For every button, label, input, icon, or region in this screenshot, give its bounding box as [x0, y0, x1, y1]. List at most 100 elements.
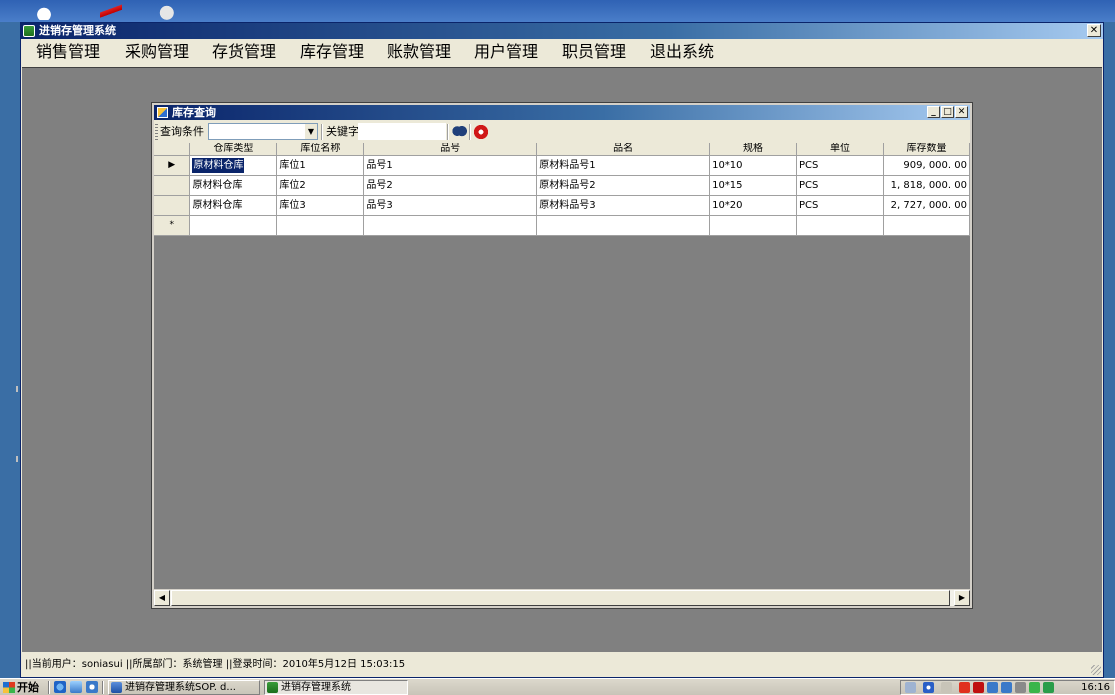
column-header[interactable]: 单位 [796, 143, 884, 156]
show-desktop-icon[interactable] [70, 681, 82, 693]
antivirus-icon[interactable] [959, 682, 970, 693]
desktop-pen-icon[interactable] [100, 2, 122, 20]
scroll-right-icon[interactable]: ▶ [954, 590, 970, 606]
grid-cell[interactable] [536, 215, 711, 236]
table-row[interactable]: 原材料仓库 库位3 品号3 原材料品号3 10*20 PCS 2, 727, 0… [154, 195, 971, 216]
new-row[interactable]: * [154, 215, 971, 236]
grid-header-row: 仓库类型 库位名称 品号 品名 规格 单位 库存数量 [154, 143, 971, 156]
clock[interactable]: 16:16 [1081, 681, 1110, 694]
volume-icon[interactable] [1001, 682, 1012, 693]
grid-cell[interactable]: PCS [796, 155, 884, 176]
app-house-icon [267, 682, 278, 693]
inventory-grid: 仓库类型 库位名称 品号 品名 规格 单位 库存数量 ▶ 原材料仓库 库位1 品… [154, 143, 971, 589]
menu-staff[interactable]: 职员管理 [562, 42, 626, 62]
app-titlebar[interactable]: 进销存管理系统 ✕ [21, 23, 1103, 39]
menu-accounts[interactable]: 账款管理 [387, 42, 451, 62]
grid-cell[interactable]: PCS [796, 195, 884, 216]
grid-cell[interactable]: PCS [796, 175, 884, 196]
quicklaunch-separator [102, 681, 104, 694]
table-row[interactable]: ▶ 原材料仓库 库位1 品号1 原材料品号1 10*10 PCS 909, 00… [154, 155, 971, 176]
grid-cell[interactable]: 品号3 [363, 195, 538, 216]
grid-cell-selected-text: 原材料仓库 [191, 157, 246, 174]
toolbar-separator [469, 124, 471, 140]
tray-sync-icon[interactable] [1043, 682, 1054, 693]
desktop-house-icon[interactable] [33, 2, 55, 20]
grid-cell[interactable]: 10*20 [709, 195, 798, 216]
table-row[interactable]: 原材料仓库 库位2 品号2 原材料品号2 10*15 PCS 1, 818, 0… [154, 175, 971, 196]
column-header[interactable]: 库位名称 [276, 143, 365, 156]
desktop-folder-icon[interactable] [158, 2, 180, 20]
menu-users[interactable]: 用户管理 [474, 42, 538, 62]
menu-inventory[interactable]: 库存管理 [300, 42, 364, 62]
grid-cell[interactable]: 品号1 [363, 155, 538, 176]
ie-browser-icon[interactable] [54, 681, 66, 693]
column-header[interactable]: 仓库类型 [189, 143, 278, 156]
row-header[interactable] [154, 175, 191, 196]
grid-cell[interactable]: 品号2 [363, 175, 538, 196]
menu-sales[interactable]: 销售管理 [36, 42, 100, 62]
grid-cell[interactable] [796, 215, 884, 236]
child-titlebar[interactable]: 库存查询 _ □ ✕ [154, 105, 970, 120]
edge-marker [16, 386, 18, 392]
media-player-icon[interactable] [86, 681, 98, 693]
column-header[interactable]: 库存数量 [883, 143, 971, 156]
maximize-button[interactable]: □ [941, 106, 954, 118]
dropdown-arrow-icon[interactable]: ▼ [305, 124, 317, 139]
query-toolbar: 查询条件 ▼ 关键字 [154, 121, 970, 143]
security-icon[interactable] [973, 682, 984, 693]
stop-icon[interactable] [472, 123, 490, 141]
scrollbar-thumb[interactable] [171, 590, 950, 606]
grid-cell[interactable]: 909, 000. 00 [883, 155, 971, 176]
resize-grip-icon[interactable] [1091, 665, 1101, 675]
close-button[interactable]: ✕ [955, 106, 968, 118]
toolbar-grip-icon[interactable] [155, 124, 158, 140]
horizontal-scrollbar[interactable]: ◀ ▶ [154, 589, 970, 606]
grid-cell[interactable]: 库位1 [276, 155, 365, 176]
tray-tool-icon[interactable] [1015, 682, 1026, 693]
grid-cell[interactable]: 10*15 [709, 175, 798, 196]
column-header[interactable]: 品名 [536, 143, 711, 156]
menubar: 销售管理 采购管理 存货管理 库存管理 账款管理 用户管理 职员管理 退出系统 [21, 40, 1103, 64]
taskbar: 开始 进销存管理系统SOP. d... 进销存管理系统 16:16 [0, 678, 1115, 695]
grid-cell[interactable]: 2, 727, 000. 00 [883, 195, 971, 216]
grid-cell[interactable]: 库位3 [276, 195, 365, 216]
status-text: ||当前用户：soniasui ||所属部门：系统管理 ||登录时间：2010年… [25, 659, 406, 670]
grid-cell[interactable]: 原材料仓库 [189, 155, 278, 176]
current-row-indicator-icon[interactable]: ▶ [154, 155, 191, 176]
grid-cell[interactable]: 原材料品号3 [536, 195, 711, 216]
menu-purchase[interactable]: 采购管理 [125, 42, 189, 62]
app-close-button[interactable]: ✕ [1087, 24, 1101, 37]
grid-cell[interactable] [363, 215, 538, 236]
grid-cell[interactable]: 原材料品号1 [536, 155, 711, 176]
start-button[interactable]: 开始 [1, 680, 45, 695]
child-title: 库存查询 [172, 106, 216, 119]
task-button-document[interactable]: 进销存管理系统SOP. d... [108, 680, 260, 695]
grid-cell[interactable]: 原材料仓库 [189, 195, 278, 216]
search-binoculars-icon[interactable] [450, 123, 468, 141]
minimize-button[interactable]: _ [927, 106, 940, 118]
row-header[interactable] [154, 195, 191, 216]
grid-cell[interactable]: 1, 818, 000. 00 [883, 175, 971, 196]
speaker-icon[interactable] [905, 682, 916, 693]
scroll-left-icon[interactable]: ◀ [154, 590, 170, 606]
grid-cell[interactable] [276, 215, 365, 236]
grid-cell[interactable] [883, 215, 971, 236]
column-header[interactable]: 规格 [709, 143, 798, 156]
task-button-app[interactable]: 进销存管理系统 [264, 680, 408, 695]
menu-exit[interactable]: 退出系统 [650, 42, 714, 62]
grid-cell[interactable]: 库位2 [276, 175, 365, 196]
condition-select[interactable]: ▼ [208, 123, 318, 140]
grid-cell[interactable]: 原材料品号2 [536, 175, 711, 196]
grid-cell[interactable] [189, 215, 278, 236]
tray-app-icon[interactable] [941, 682, 952, 693]
help-icon[interactable] [923, 682, 934, 693]
keyword-input[interactable] [358, 123, 446, 140]
grid-cell[interactable] [709, 215, 798, 236]
tray-status-icon[interactable] [1029, 682, 1040, 693]
new-row-asterisk-icon[interactable]: * [154, 215, 191, 236]
menu-goods[interactable]: 存货管理 [212, 42, 276, 62]
network-icon[interactable] [987, 682, 998, 693]
grid-cell[interactable]: 10*10 [709, 155, 798, 176]
grid-cell[interactable]: 原材料仓库 [189, 175, 278, 196]
column-header[interactable]: 品号 [363, 143, 538, 156]
